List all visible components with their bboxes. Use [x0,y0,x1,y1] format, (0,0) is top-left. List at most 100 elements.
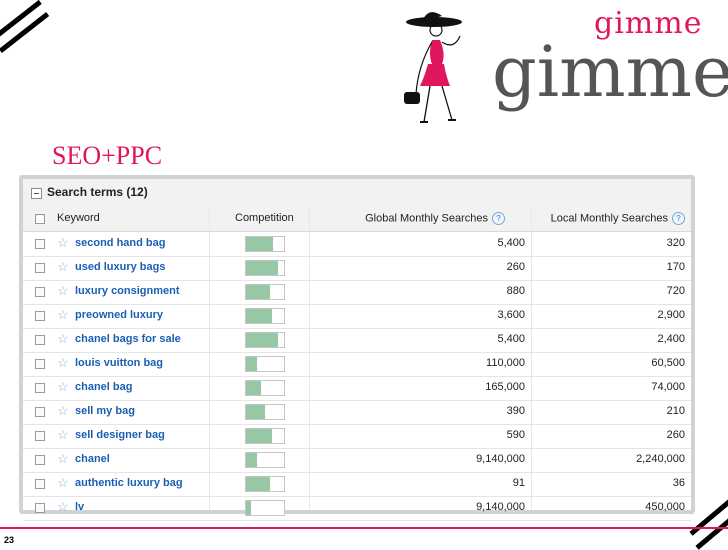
star-icon[interactable]: ☆ [57,260,69,274]
star-icon[interactable]: ☆ [57,500,69,514]
keyword-link[interactable]: authentic luxury bag [75,477,183,489]
star-icon[interactable]: ☆ [57,332,69,346]
table-row[interactable]: ☆ chanel 9,140,000 2,240,000 [23,448,691,473]
global-monthly-searches: 260 [506,261,525,273]
competition-bar [245,404,285,420]
logo-word-bottom: gimme [492,31,728,113]
star-icon[interactable]: ☆ [57,284,69,298]
competition-bar-fill [246,357,257,371]
keyword-link[interactable]: lv [75,501,84,513]
footer-line [0,527,728,529]
competition-bar-fill [246,453,257,467]
keyword-link[interactable]: louis vuitton bag [75,357,163,369]
competition-bar-fill [246,405,265,419]
page-number: 23 [4,535,15,545]
local-monthly-searches: 2,400 [657,333,685,345]
global-monthly-searches: 9,140,000 [476,501,525,513]
corner-line-top-left [0,12,50,53]
competition-bar-fill [246,237,274,251]
row-checkbox[interactable] [35,359,45,369]
row-checkbox[interactable] [35,239,45,249]
panel-header: Search terms (12) [23,179,691,208]
row-checkbox[interactable] [35,263,45,273]
keyword-link[interactable]: used luxury bags [75,261,165,273]
star-icon[interactable]: ☆ [57,476,69,490]
global-monthly-searches: 91 [512,477,525,489]
row-checkbox[interactable] [35,503,45,513]
global-monthly-searches: 165,000 [485,381,525,393]
row-checkbox[interactable] [35,407,45,417]
star-icon[interactable]: ☆ [57,452,69,466]
table-row[interactable]: ☆ louis vuitton bag 110,000 60,500 [23,352,691,377]
local-monthly-searches: 74,000 [651,381,685,393]
global-monthly-searches: 5,400 [497,333,525,345]
keyword-link[interactable]: sell designer bag [75,429,165,441]
competition-bar-fill [246,429,272,443]
global-monthly-searches: 880 [506,285,525,297]
global-monthly-searches: 390 [506,405,525,417]
row-checkbox[interactable] [35,479,45,489]
collapse-icon[interactable] [31,188,42,199]
table-row[interactable]: ☆ second hand bag 5,400 320 [23,232,691,257]
global-monthly-searches: 9,140,000 [476,453,525,465]
local-monthly-searches: 260 [666,429,685,441]
star-icon[interactable]: ☆ [57,236,69,250]
column-header-keyword[interactable]: Keyword [57,212,100,224]
column-header-global-label: Global Monthly Searches [365,212,488,225]
table-row[interactable]: ☆ preowned luxury 3,600 2,900 [23,304,691,329]
competition-bar [245,500,285,516]
local-monthly-searches: 60,500 [651,357,685,369]
star-icon[interactable]: ☆ [57,308,69,322]
table-row[interactable]: ☆ luxury consignment 880 720 [23,280,691,305]
row-checkbox[interactable] [35,311,45,321]
keyword-link[interactable]: chanel [75,453,110,465]
competition-bar [245,236,285,252]
column-header-competition[interactable]: Competition [235,212,294,224]
table-row[interactable]: ☆ sell my bag 390 210 [23,400,691,425]
row-checkbox[interactable] [35,335,45,345]
keyword-link[interactable]: preowned luxury [75,309,163,321]
keyword-link[interactable]: chanel bag [75,381,132,393]
table-header: Keyword Competition Global Monthly Searc… [23,207,691,232]
row-checkbox[interactable] [35,383,45,393]
competition-bar-fill [246,477,270,491]
global-monthly-searches: 3,600 [497,309,525,321]
column-header-local[interactable]: Local Monthly Searches? [551,212,685,225]
table-row[interactable]: ☆ chanel bag 165,000 74,000 [23,376,691,401]
local-monthly-searches: 2,240,000 [636,453,685,465]
competition-bar-fill [246,309,272,323]
help-icon[interactable]: ? [672,212,685,225]
table-row[interactable]: ☆ sell designer bag 590 260 [23,424,691,449]
table-row[interactable]: ☆ chanel bags for sale 5,400 2,400 [23,328,691,353]
star-icon[interactable]: ☆ [57,356,69,370]
global-monthly-searches: 5,400 [497,237,525,249]
column-header-global[interactable]: Global Monthly Searches? [365,212,505,225]
keyword-link[interactable]: sell my bag [75,405,135,417]
select-all-checkbox[interactable] [35,214,45,224]
star-icon[interactable]: ☆ [57,380,69,394]
keyword-link[interactable]: luxury consignment [75,285,180,297]
gimme-gimme-logo: gimme gimme [398,6,728,126]
competition-bar-fill [246,333,279,347]
help-icon[interactable]: ? [492,212,505,225]
global-monthly-searches: 590 [506,429,525,441]
competition-bar-fill [246,261,279,275]
competition-bar [245,380,285,396]
local-monthly-searches: 170 [666,261,685,273]
star-icon[interactable]: ☆ [57,404,69,418]
table-row[interactable]: ☆ authentic luxury bag 91 36 [23,472,691,497]
row-checkbox[interactable] [35,431,45,441]
panel-title: Search terms (12) [47,185,148,199]
local-monthly-searches: 210 [666,405,685,417]
keyword-link[interactable]: chanel bags for sale [75,333,181,345]
row-checkbox[interactable] [35,287,45,297]
keyword-link[interactable]: second hand bag [75,237,165,249]
star-icon[interactable]: ☆ [57,428,69,442]
table-row[interactable]: ☆ used luxury bags 260 170 [23,256,691,281]
search-terms-panel: Search terms (12) Keyword Competition Gl… [19,175,695,521]
table-row[interactable]: ☆ lv 9,140,000 450,000 [23,496,691,521]
row-checkbox[interactable] [35,455,45,465]
local-monthly-searches: 320 [666,237,685,249]
competition-bar-fill [246,501,251,515]
competition-bar [245,332,285,348]
